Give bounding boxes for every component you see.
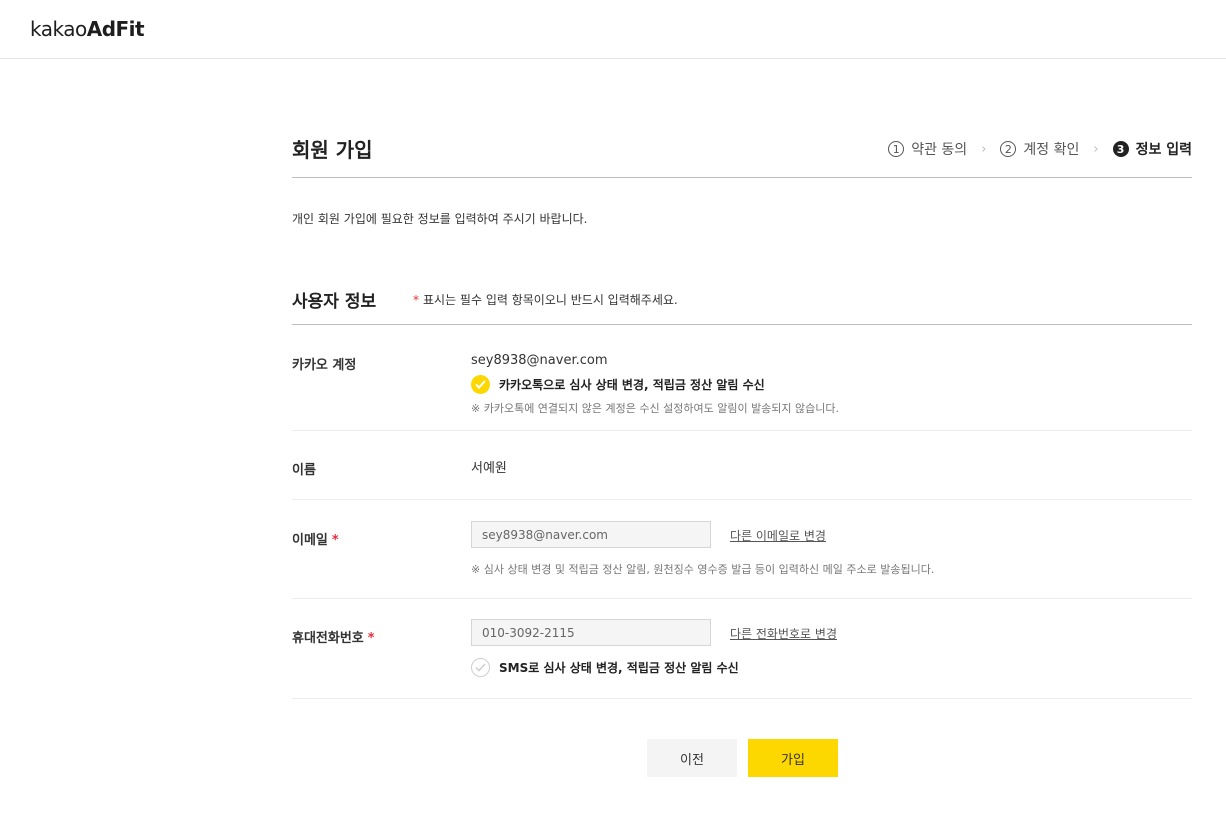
change-email-link[interactable]: 다른 이메일로 변경 — [730, 527, 826, 544]
title-divider — [292, 177, 1192, 178]
chevron-right-icon: › — [1093, 141, 1099, 157]
name-value: 서예원 — [471, 461, 507, 476]
step-2-label: 계정 확인 — [1023, 142, 1080, 158]
phone-label-text: 휴대전화번호 — [292, 631, 364, 646]
logo-bold: AdFit — [86, 17, 145, 41]
step-info: 3 정보 입력 — [1112, 139, 1192, 159]
kakao-notify-note: ※ 카카오톡에 연결되지 않은 계정은 수신 설정하여도 알림이 발송되지 않습… — [471, 402, 840, 415]
email-note: ※ 심사 상태 변경 및 적립금 정산 알림, 원천징수 영수증 발급 등이 입… — [471, 563, 935, 576]
step-3-number: 3 — [1112, 141, 1129, 157]
row-divider — [292, 598, 1192, 599]
phone-label: 휴대전화번호 * — [292, 627, 375, 646]
check-icon — [471, 658, 490, 677]
required-note: * 표시는 필수 입력 항목이오니 반드시 입력해주세요. — [413, 291, 678, 308]
email-label: 이메일 * — [292, 529, 339, 548]
page-description: 개인 회원 가입에 필요한 정보를 입력하여 주시기 바랍니다. — [292, 212, 588, 226]
section-divider — [292, 324, 1192, 325]
step-2-number: 2 — [1000, 141, 1017, 157]
change-phone-link[interactable]: 다른 전화번호로 변경 — [730, 625, 837, 642]
required-star: * — [331, 533, 339, 548]
logo-light: kakao — [30, 17, 87, 41]
signup-steps: 1 약관 동의 › 2 계정 확인 › 3 정보 입력 — [888, 139, 1192, 159]
name-label: 이름 — [292, 463, 316, 478]
kakao-notify-checkbox[interactable]: 카카오톡으로 심사 상태 변경, 적립금 정산 알림 수신 — [471, 375, 765, 394]
prev-button[interactable]: 이전 — [647, 739, 737, 777]
required-note-text: 표시는 필수 입력 항목이오니 반드시 입력해주세요. — [423, 293, 678, 307]
step-3-label: 정보 입력 — [1135, 142, 1192, 158]
check-icon — [471, 375, 490, 394]
email-field[interactable]: sey8938@naver.com — [471, 521, 711, 548]
top-bar: kakaoAdFit — [0, 0, 1226, 59]
kakao-adfit-logo[interactable]: kakaoAdFit — [30, 17, 145, 41]
row-divider — [292, 430, 1192, 431]
step-terms: 1 약관 동의 — [888, 139, 967, 159]
phone-field[interactable]: 010-3092-2115 — [471, 619, 711, 646]
kakao-notify-label: 카카오톡으로 심사 상태 변경, 적립금 정산 알림 수신 — [499, 378, 765, 392]
step-1-number: 1 — [888, 141, 905, 157]
kakao-account-value: sey8938@naver.com — [471, 353, 608, 368]
row-divider — [292, 698, 1192, 699]
step-account: 2 계정 확인 — [1000, 139, 1079, 159]
page-title: 회원 가입 — [292, 138, 373, 162]
row-divider — [292, 499, 1192, 500]
step-1-label: 약관 동의 — [911, 142, 968, 158]
kakao-account-label: 카카오 계정 — [292, 358, 357, 373]
join-button[interactable]: 가입 — [748, 739, 838, 777]
required-star: * — [413, 293, 419, 307]
section-title: 사용자 정보 — [292, 292, 377, 312]
sms-notify-label: SMS로 심사 상태 변경, 적립금 정산 알림 수신 — [499, 661, 739, 675]
sms-notify-checkbox[interactable]: SMS로 심사 상태 변경, 적립금 정산 알림 수신 — [471, 658, 739, 677]
email-label-text: 이메일 — [292, 533, 328, 548]
required-star: * — [367, 631, 375, 646]
chevron-right-icon: › — [981, 141, 987, 157]
